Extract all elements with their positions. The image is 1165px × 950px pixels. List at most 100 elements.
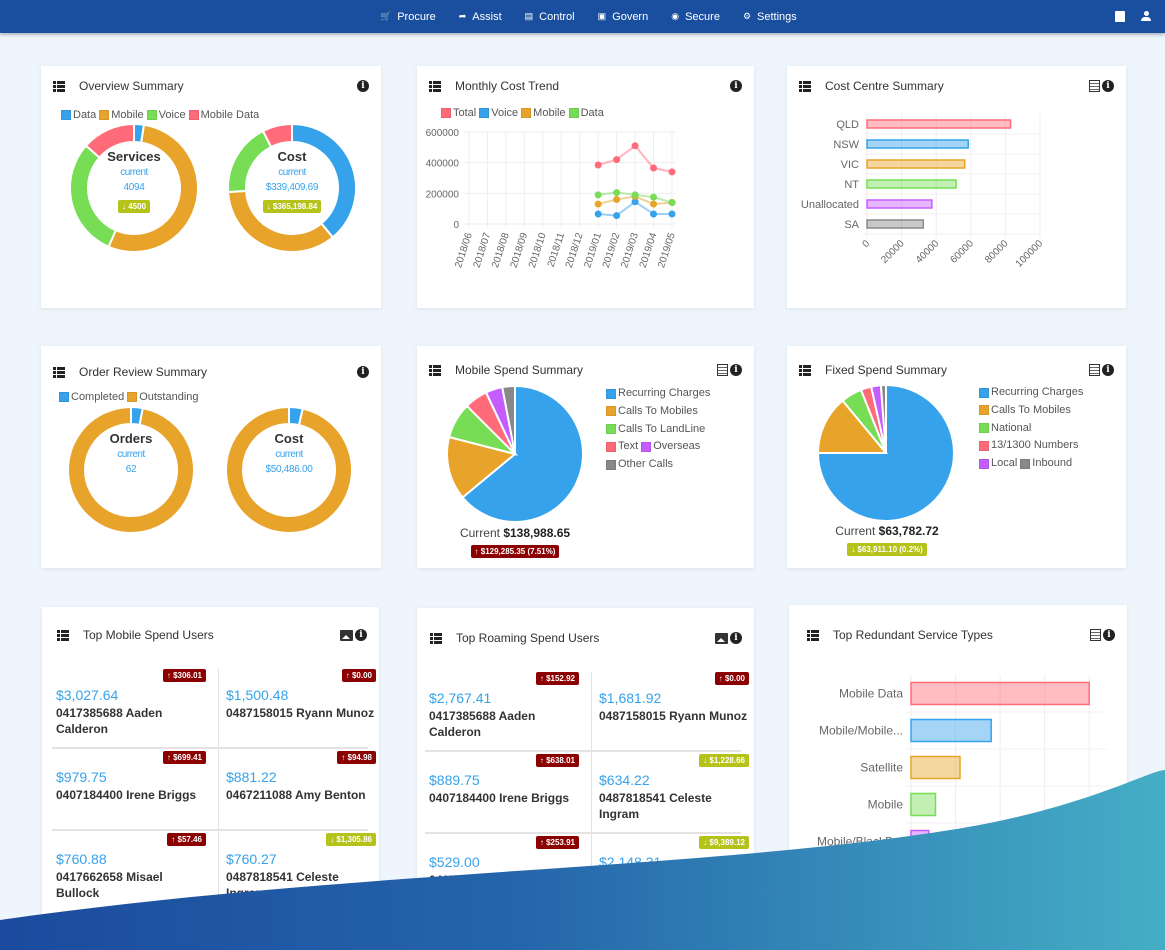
fixed-spend-pie-chart[interactable]: [817, 384, 955, 522]
bar-satellite[interactable]: [910, 755, 961, 780]
nav-settings[interactable]: ⚙ Settings: [743, 11, 797, 23]
data-point-data[interactable]: [650, 193, 658, 201]
user-spend-item[interactable]: ↑ $0.00 $1,500.48 0487158015 Ryann Munoz: [222, 669, 382, 747]
legend-item[interactable]: Text: [606, 439, 638, 454]
bar-nt[interactable]: [866, 179, 957, 189]
list-icon[interactable]: [53, 366, 65, 378]
bar-unallocated[interactable]: [866, 199, 933, 209]
info-icon[interactable]: i: [730, 364, 742, 376]
bar-nsw[interactable]: [866, 139, 969, 149]
data-point-voice[interactable]: [594, 210, 602, 218]
data-point-data[interactable]: [594, 191, 602, 199]
nav-secure[interactable]: ◉ Secure: [671, 11, 720, 23]
data-point-voice[interactable]: [668, 210, 676, 218]
list-icon[interactable]: [807, 629, 819, 641]
nav-assist[interactable]: ➦ Assist: [459, 11, 502, 23]
data-point-total[interactable]: [594, 161, 602, 169]
legend-item[interactable]: 13/1300 Numbers: [979, 438, 1078, 453]
bar-vic[interactable]: [866, 159, 966, 169]
legend-item[interactable]: Calls To Mobiles: [979, 403, 1071, 418]
bar-mobile[interactable]: [910, 792, 937, 817]
data-point-total[interactable]: [668, 168, 676, 176]
bar-sa[interactable]: [866, 219, 924, 229]
document-icon[interactable]: [717, 364, 728, 376]
info-icon[interactable]: i: [355, 629, 367, 641]
list-icon[interactable]: [799, 80, 811, 92]
data-point-mobile[interactable]: [650, 200, 658, 208]
list-icon[interactable]: [430, 632, 442, 644]
data-point-total[interactable]: [613, 156, 621, 164]
legend-item[interactable]: Completed: [59, 391, 124, 403]
info-icon[interactable]: i: [357, 80, 369, 92]
list-icon[interactable]: [429, 364, 441, 376]
legend-item[interactable]: Total: [441, 107, 476, 119]
image-icon[interactable]: [715, 632, 728, 644]
legend-item[interactable]: Mobile: [521, 107, 566, 119]
legend-item[interactable]: Calls To LandLine: [606, 422, 705, 437]
data-point-voice[interactable]: [650, 210, 658, 218]
list-icon[interactable]: [57, 629, 69, 641]
data-point-data[interactable]: [668, 199, 676, 207]
bar-mobile-data[interactable]: [910, 681, 1090, 706]
user-spend-item[interactable]: ↓ $1,305.86 $760.27 0487818541 Celeste Ing…: [222, 833, 382, 911]
user-spend-item[interactable]: ↑ $699.41 $979.75 0407184400 Irene Briggs: [52, 751, 212, 829]
user-spend-item[interactable]: ↑ $57.46 $760.88 0417662658 Misael Bullock: [52, 833, 212, 911]
redundant-services-bar-chart[interactable]: Mobile Data Mobile/Mobile... Satellite Mobi…: [789, 665, 1127, 895]
legend-item[interactable]: Recurring Charges: [979, 385, 1083, 400]
data-point-data[interactable]: [613, 189, 621, 197]
list-icon[interactable]: [429, 80, 441, 92]
info-icon[interactable]: i: [1102, 80, 1114, 92]
user-spend-item[interactable]: ↑ $638.01 $889.75 0407184400 Irene Briggs: [425, 754, 585, 832]
user-spend-item[interactable]: ↓ $1,228.66 $634.22 0487818541 Celeste Ing…: [595, 754, 755, 832]
data-point-mobile[interactable]: [613, 195, 621, 203]
user-spend-item[interactable]: ↑ $0.00 $1,681.92 0487158015 Ryann Munoz: [595, 672, 755, 750]
monthly-cost-line-chart[interactable]: 02000004000006000002018/062018/072018/08…: [417, 122, 754, 302]
info-icon[interactable]: i: [1103, 629, 1115, 641]
legend-item[interactable]: Overseas: [641, 439, 700, 454]
bar-mobile-mobile-[interactable]: [910, 718, 992, 743]
cost-centre-bar-chart[interactable]: 0 20000 40000 60000 80000 100000 QLD NSW VIC NT Un…: [787, 104, 1126, 304]
data-point-voice[interactable]: [613, 212, 621, 220]
help-book-icon[interactable]: [1115, 11, 1125, 22]
document-icon[interactable]: [1089, 80, 1100, 92]
info-icon[interactable]: i: [1102, 364, 1114, 376]
info-icon[interactable]: i: [730, 80, 742, 92]
data-point-total[interactable]: [650, 164, 658, 172]
data-point-total[interactable]: [631, 142, 639, 150]
legend-item[interactable]: Voice: [479, 107, 518, 119]
legend-item[interactable]: Recurring Charges: [606, 386, 710, 401]
user-spend-item[interactable]: ↓ $9,389.12 $2,148.31 Ot...: [595, 836, 755, 914]
legend-item[interactable]: Calls To Mobiles: [606, 404, 698, 419]
legend-item[interactable]: Data: [568, 107, 604, 119]
column-divider: [218, 669, 219, 919]
image-icon[interactable]: [340, 629, 353, 641]
bar-mobile-blackb-[interactable]: [910, 829, 930, 854]
legend-item[interactable]: Local: [979, 456, 1017, 471]
list-icon[interactable]: [799, 364, 811, 376]
user-spend-item[interactable]: ↑ $152.92 $2,767.41 0417385688 Aaden Calde…: [425, 672, 585, 750]
legend-item[interactable]: Other Calls: [606, 457, 673, 472]
data-point-data[interactable]: [631, 191, 639, 199]
nav-govern[interactable]: ▣ Govern: [598, 11, 649, 23]
legend-item[interactable]: Outstanding: [127, 391, 199, 403]
info-icon[interactable]: i: [357, 366, 369, 378]
user-icon[interactable]: [1141, 11, 1151, 22]
nav-procure[interactable]: 🛒 Procure: [380, 11, 436, 23]
legend-item[interactable]: Voice: [146, 109, 186, 121]
document-icon[interactable]: [1090, 629, 1101, 641]
user-spend-item[interactable]: ↑ $94.98 $881.22 0467211088 Amy Benton: [222, 751, 382, 829]
bar-qld[interactable]: [866, 119, 1012, 129]
list-icon[interactable]: [53, 80, 65, 92]
legend-item[interactable]: Mobile Data: [188, 109, 259, 121]
user-spend-item[interactable]: ↑ $253.91 $529.00 0405068884: [425, 836, 585, 914]
user-spend-item[interactable]: ↑ $306.01 $3,027.64 0417385688 Aaden Calde…: [52, 669, 212, 747]
document-icon[interactable]: [1089, 364, 1100, 376]
legend-item[interactable]: Mobile: [99, 109, 144, 121]
info-icon[interactable]: i: [730, 632, 742, 644]
legend-item[interactable]: Inbound: [1020, 456, 1072, 471]
nav-control[interactable]: ▤ Control: [525, 11, 575, 23]
legend-item[interactable]: Data: [61, 109, 96, 121]
legend-item[interactable]: National: [979, 421, 1031, 436]
mobile-spend-pie-chart[interactable]: [445, 384, 585, 524]
data-point-mobile[interactable]: [594, 200, 602, 208]
